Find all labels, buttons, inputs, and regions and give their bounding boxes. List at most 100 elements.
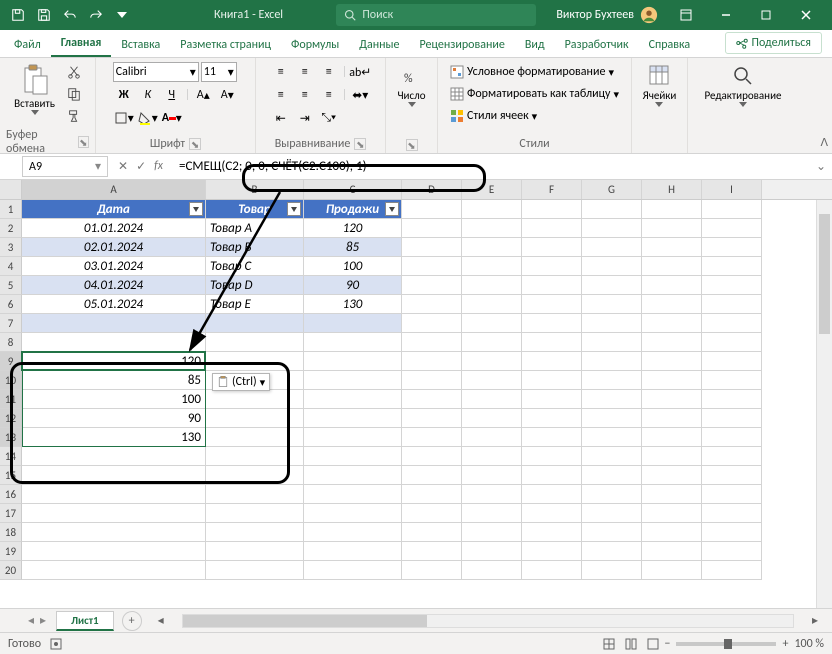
- cell[interactable]: [522, 409, 582, 428]
- zoom-slider[interactable]: [676, 642, 776, 646]
- row-header[interactable]: 15: [0, 466, 22, 485]
- cell[interactable]: [642, 428, 702, 447]
- macro-record-icon[interactable]: [49, 637, 63, 651]
- cell[interactable]: 90: [22, 409, 206, 428]
- cell[interactable]: 85: [22, 371, 206, 390]
- cell[interactable]: [402, 390, 462, 409]
- filter-dropdown-icon[interactable]: [385, 202, 399, 216]
- cell[interactable]: [642, 447, 702, 466]
- cell[interactable]: [206, 428, 304, 447]
- clipboard-launcher[interactable]: ⬊: [78, 136, 89, 148]
- font-launcher[interactable]: ⬊: [189, 138, 201, 150]
- cell[interactable]: [462, 219, 522, 238]
- cell[interactable]: [642, 485, 702, 504]
- column-header[interactable]: D: [402, 180, 462, 199]
- cell[interactable]: [22, 542, 206, 561]
- conditional-formatting-button[interactable]: Условное форматирование▾: [446, 62, 623, 82]
- row-header[interactable]: 9: [0, 352, 22, 371]
- cell[interactable]: [522, 219, 582, 238]
- cell[interactable]: [462, 314, 522, 333]
- cell[interactable]: [206, 523, 304, 542]
- row-header[interactable]: 17: [0, 504, 22, 523]
- cell[interactable]: [522, 371, 582, 390]
- cell[interactable]: [702, 428, 762, 447]
- row-header[interactable]: 3: [0, 238, 22, 257]
- fill-color-icon[interactable]: ▾: [137, 108, 159, 128]
- cell[interactable]: [402, 314, 462, 333]
- cell[interactable]: [462, 447, 522, 466]
- cell[interactable]: [402, 276, 462, 295]
- cell[interactable]: [702, 542, 762, 561]
- cell[interactable]: [702, 447, 762, 466]
- cell[interactable]: [522, 333, 582, 352]
- cell[interactable]: [642, 219, 702, 238]
- cell[interactable]: [582, 485, 642, 504]
- cell[interactable]: [522, 466, 582, 485]
- cell[interactable]: [206, 561, 304, 580]
- cell[interactable]: [522, 257, 582, 276]
- cell[interactable]: Товар B: [206, 238, 304, 257]
- row-header[interactable]: 16: [0, 485, 22, 504]
- tab-file[interactable]: Файл: [4, 32, 51, 57]
- cell[interactable]: [582, 314, 642, 333]
- cell[interactable]: [22, 447, 206, 466]
- cell[interactable]: [462, 409, 522, 428]
- cell[interactable]: [582, 466, 642, 485]
- cell[interactable]: [402, 371, 462, 390]
- font-color-icon[interactable]: A▾: [161, 108, 183, 128]
- share-button[interactable]: Поделиться: [725, 32, 822, 54]
- cell[interactable]: [702, 238, 762, 257]
- cell[interactable]: [304, 390, 402, 409]
- sheet-tab[interactable]: Лист1: [56, 611, 114, 631]
- cell[interactable]: [304, 485, 402, 504]
- cell[interactable]: [702, 409, 762, 428]
- cell[interactable]: [702, 276, 762, 295]
- cell[interactable]: [304, 504, 402, 523]
- horizontal-scrollbar[interactable]: ◂▸: [154, 614, 822, 628]
- cell[interactable]: [702, 466, 762, 485]
- cell[interactable]: Товар C: [206, 257, 304, 276]
- cell[interactable]: [462, 295, 522, 314]
- orientation-icon[interactable]: ⤡▾: [318, 108, 340, 128]
- expand-formula-bar-icon[interactable]: ⌄: [810, 159, 832, 174]
- cell[interactable]: [522, 276, 582, 295]
- cell[interactable]: [304, 352, 402, 371]
- tab-view[interactable]: Вид: [515, 32, 555, 57]
- indent-inc-icon[interactable]: ⇥: [294, 108, 316, 128]
- cell[interactable]: [642, 352, 702, 371]
- search-input[interactable]: Поиск: [336, 4, 536, 26]
- cell[interactable]: [582, 219, 642, 238]
- cell[interactable]: [304, 447, 402, 466]
- cell[interactable]: [582, 333, 642, 352]
- zoom-in-icon[interactable]: +: [782, 637, 788, 651]
- cell[interactable]: [642, 371, 702, 390]
- merge-icon[interactable]: ⬌▾: [349, 85, 371, 105]
- cell[interactable]: [522, 238, 582, 257]
- qat-customize-icon[interactable]: [110, 3, 134, 27]
- align-right-icon[interactable]: ≡: [318, 85, 340, 105]
- enter-formula-icon[interactable]: ✓: [136, 159, 146, 174]
- cell[interactable]: [462, 561, 522, 580]
- cell[interactable]: [642, 466, 702, 485]
- cell[interactable]: 05.01.2024: [22, 295, 206, 314]
- cell[interactable]: [702, 219, 762, 238]
- cancel-formula-icon[interactable]: ✕: [118, 159, 128, 174]
- name-box[interactable]: A9▾: [22, 156, 108, 177]
- row-header[interactable]: 8: [0, 333, 22, 352]
- cell[interactable]: Продажи: [304, 200, 402, 219]
- wrap-text-icon[interactable]: ab↵: [349, 62, 371, 82]
- filter-dropdown-icon[interactable]: [287, 202, 301, 216]
- cell[interactable]: 04.01.2024: [22, 276, 206, 295]
- view-page-break-icon[interactable]: [642, 634, 664, 654]
- cell[interactable]: [304, 314, 402, 333]
- cell[interactable]: [304, 428, 402, 447]
- cell[interactable]: [522, 561, 582, 580]
- cell[interactable]: [642, 390, 702, 409]
- cell[interactable]: [702, 200, 762, 219]
- row-header[interactable]: 18: [0, 523, 22, 542]
- column-header[interactable]: A: [22, 180, 206, 199]
- cell[interactable]: [22, 561, 206, 580]
- italic-button[interactable]: К: [137, 85, 159, 105]
- cell[interactable]: [402, 219, 462, 238]
- cell[interactable]: [206, 542, 304, 561]
